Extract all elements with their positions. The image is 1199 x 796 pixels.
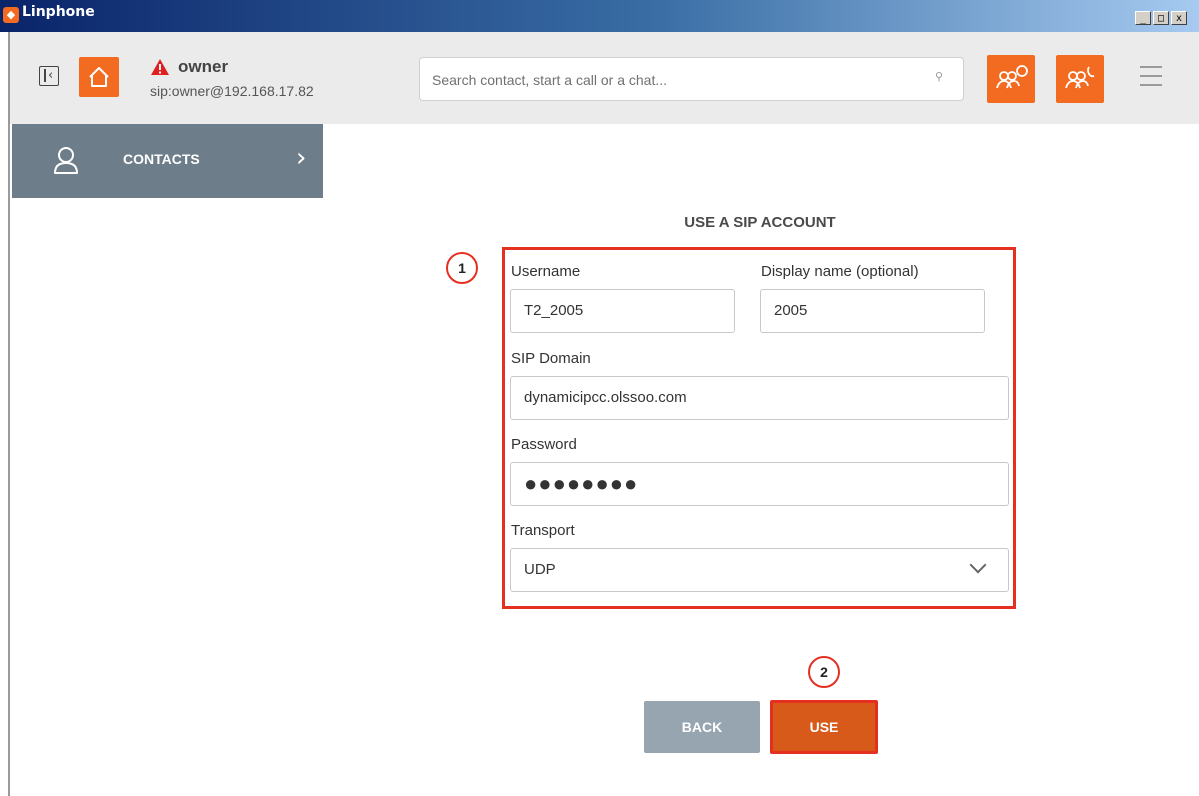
window-titlebar: ◆ Linphone _ □ x — [0, 0, 1199, 32]
group-call-icon — [1065, 66, 1095, 89]
search-input[interactable] — [430, 68, 914, 92]
sidebar-item-label: CONTACTS — [123, 151, 200, 167]
annotation-marker-1: 1 — [446, 252, 478, 284]
menu-icon[interactable] — [1140, 66, 1162, 86]
sidebar-item-contacts[interactable]: CONTACTS › — [12, 124, 323, 198]
form-title: USE A SIP ACCOUNT — [684, 214, 836, 231]
collapse-sidebar-button[interactable]: ‹ — [39, 66, 59, 86]
transport-label: Transport — [511, 522, 575, 539]
home-button[interactable] — [79, 57, 119, 97]
password-field[interactable]: ●●●●●●●● — [510, 462, 1009, 506]
group-call-button[interactable] — [1056, 55, 1104, 103]
window-title: Linphone — [22, 4, 95, 20]
annotation-marker-2: 2 — [808, 656, 840, 688]
account-sip-address: sip:owner@192.168.17.82 — [150, 83, 314, 99]
new-conference-button[interactable] — [987, 55, 1035, 103]
home-icon — [89, 67, 109, 87]
minimize-button[interactable]: _ — [1135, 11, 1151, 25]
search-bar[interactable]: ⚲ — [419, 57, 964, 101]
account-username: owner — [178, 57, 229, 76]
password-label: Password — [511, 436, 577, 453]
display-name-field[interactable]: 2005 — [760, 289, 985, 333]
app-icon: ◆ — [3, 7, 19, 23]
back-button[interactable]: BACK — [644, 701, 760, 753]
use-button[interactable]: USE — [770, 700, 878, 754]
close-button[interactable]: x — [1171, 11, 1187, 25]
transport-select[interactable]: UDP — [510, 548, 1009, 592]
collapse-bar-icon — [44, 69, 46, 82]
chevron-down-icon — [969, 556, 987, 574]
maximize-button[interactable]: □ — [1153, 11, 1169, 25]
contact-person-icon — [54, 147, 78, 174]
display-name-label: Display name (optional) — [761, 263, 919, 280]
warning-icon — [151, 59, 169, 75]
username-label: Username — [511, 263, 581, 280]
transport-selected-value: UDP — [524, 561, 556, 578]
sip-domain-field[interactable]: dynamicipcc.olssoo.com — [510, 376, 1009, 420]
chevron-left-icon: ‹ — [48, 68, 54, 83]
group-chat-icon — [996, 65, 1028, 89]
chevron-right-icon: › — [296, 143, 307, 173]
sip-domain-label: SIP Domain — [511, 350, 591, 367]
search-icon: ⚲ — [934, 70, 943, 83]
username-field[interactable]: T2_2005 — [510, 289, 735, 333]
